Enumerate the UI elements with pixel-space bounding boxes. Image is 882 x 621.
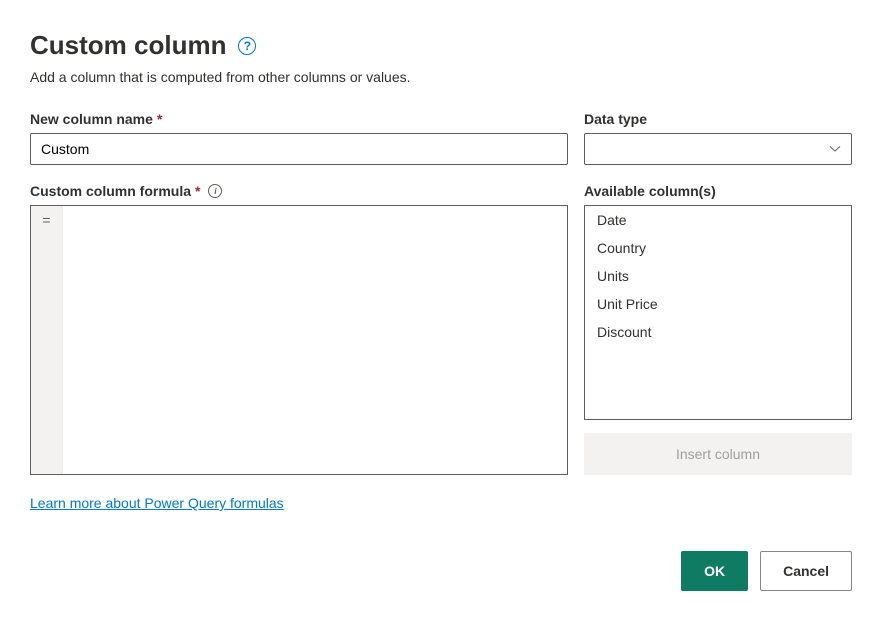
formula-editor[interactable] xyxy=(63,206,567,474)
data-type-field: Data type xyxy=(584,111,852,165)
column-item[interactable]: Discount xyxy=(585,318,851,346)
dialog-title: Custom column xyxy=(30,30,226,61)
formula-field: Custom column formula * i = Learn more a… xyxy=(30,183,568,513)
name-type-row: New column name * Data type xyxy=(30,111,852,165)
column-item[interactable]: Country xyxy=(585,234,851,262)
label-text: Data type xyxy=(584,111,647,127)
dialog-footer: OK Cancel xyxy=(30,551,852,591)
insert-column-button[interactable]: Insert column xyxy=(584,433,852,475)
dialog-subtitle: Add a column that is computed from other… xyxy=(30,69,852,85)
label-text: New column name xyxy=(30,111,153,127)
column-item[interactable]: Units xyxy=(585,262,851,290)
custom-column-dialog: Custom column ? Add a column that is com… xyxy=(30,30,852,591)
new-column-name-field: New column name * xyxy=(30,111,568,165)
data-type-label: Data type xyxy=(584,111,852,127)
formula-columns-row: Custom column formula * i = Learn more a… xyxy=(30,183,852,513)
new-column-name-label: New column name * xyxy=(30,111,568,127)
learn-more-link[interactable]: Learn more about Power Query formulas xyxy=(30,495,284,511)
formula-label: Custom column formula * i xyxy=(30,183,568,199)
chevron-down-icon xyxy=(829,143,841,155)
info-icon[interactable]: i xyxy=(208,184,222,198)
new-column-name-input[interactable] xyxy=(30,133,568,165)
dialog-header: Custom column ? xyxy=(30,30,852,61)
help-icon[interactable]: ? xyxy=(238,37,256,55)
column-item[interactable]: Unit Price xyxy=(585,290,851,318)
required-asterisk: * xyxy=(157,111,162,127)
formula-editor-box: = xyxy=(30,205,568,475)
label-text: Available column(s) xyxy=(584,183,716,199)
available-columns-list: Date Country Units Unit Price Discount xyxy=(584,205,852,420)
required-asterisk: * xyxy=(195,183,200,199)
label-text: Custom column formula xyxy=(30,183,191,199)
available-columns-field: Available column(s) Date Country Units U… xyxy=(584,183,852,513)
column-item[interactable]: Date xyxy=(585,206,851,234)
available-columns-label: Available column(s) xyxy=(584,183,852,199)
formula-gutter: = xyxy=(31,206,63,474)
cancel-button[interactable]: Cancel xyxy=(760,551,852,591)
data-type-select[interactable] xyxy=(584,133,852,165)
ok-button[interactable]: OK xyxy=(681,551,748,591)
